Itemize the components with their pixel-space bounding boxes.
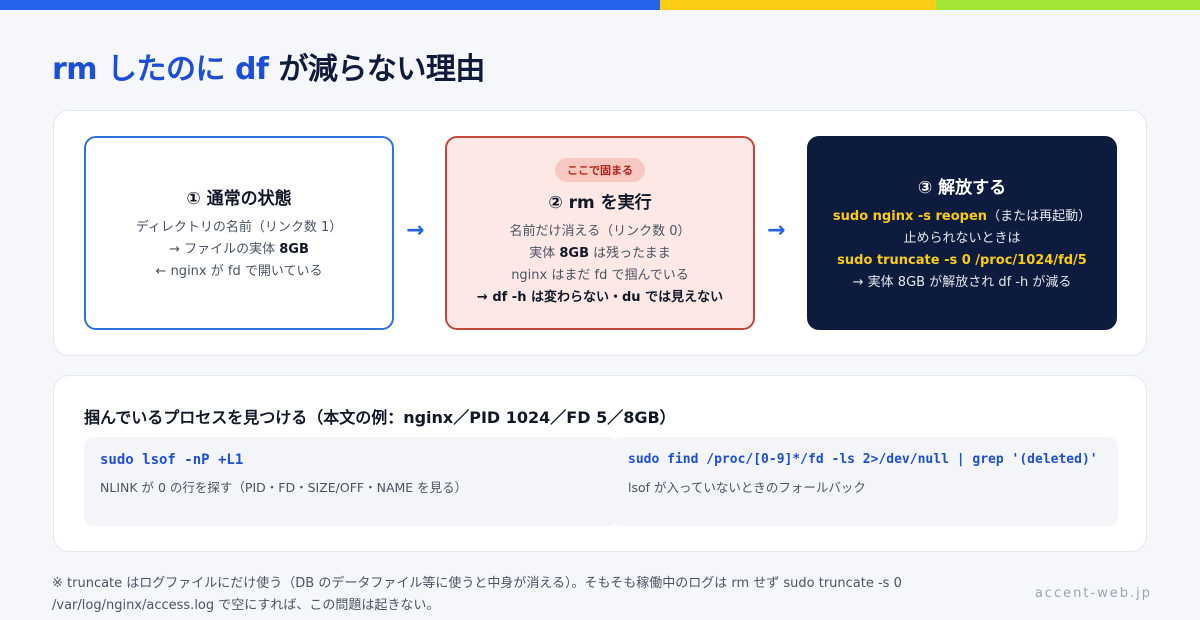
process-heading: 掴んでいるプロセスを見つける（本文の例：nginx／PID 1024／FD 5／… bbox=[84, 408, 676, 427]
step1-title: ① 通常の状態 bbox=[186, 188, 292, 209]
step3-line4: → 実体 8GB が解放され df -h が減る bbox=[852, 274, 1072, 290]
process-card: 掴んでいるプロセスを見つける（本文の例：nginx／PID 1024／FD 5／… bbox=[53, 375, 1147, 552]
find-command-box: sudo find /proc/[0-9]*/fd -ls 2>/dev/nul… bbox=[612, 437, 1118, 526]
stuck-badge: ここで固まる bbox=[555, 157, 645, 182]
arrow-right-icon: → bbox=[767, 218, 786, 243]
top-color-bar bbox=[0, 0, 1200, 10]
title-highlight: rm したのに df bbox=[52, 52, 269, 87]
page-title: rm したのに df が減らない理由 bbox=[52, 44, 485, 88]
step2-line1: 名前だけ消える（リンク数 0） bbox=[509, 223, 691, 239]
step1-line1: ディレクトリの名前（リンク数 1） bbox=[135, 219, 343, 235]
step2-line4: → df -h は変わらない・du では見えない bbox=[476, 289, 724, 305]
lsof-command-box: sudo lsof -nP +L1 NLINK が 0 の行を探す（PID・FD… bbox=[84, 437, 618, 526]
step-release: ③ 解放する sudo nginx -s reopen（または再起動） 止められ… bbox=[807, 136, 1117, 330]
site-url: accent-web.jp bbox=[1034, 586, 1152, 601]
find-description: lsof が入っていないときのフォールバック bbox=[628, 480, 866, 495]
top-bar-green bbox=[936, 0, 1200, 10]
top-bar-blue bbox=[0, 0, 660, 10]
find-command: sudo find /proc/[0-9]*/fd -ls 2>/dev/nul… bbox=[628, 452, 1098, 467]
step3-line3: sudo truncate -s 0 /proc/1024/fd/5 bbox=[837, 252, 1087, 268]
arrow-right-icon: → bbox=[406, 218, 425, 243]
step-normal-state: ① 通常の状態 ディレクトリの名前（リンク数 1） → ファイルの実体 8GB … bbox=[84, 136, 394, 330]
step-rm-executed: ここで固まる ② rm を実行 名前だけ消える（リンク数 0） 実体 8GB は… bbox=[445, 136, 755, 330]
step2-line2: 実体 8GB は残ったまま bbox=[529, 245, 671, 261]
step3-line2: 止められないときは bbox=[903, 230, 1021, 246]
step1-line3: ← nginx が fd で開いている bbox=[155, 263, 323, 279]
footnote: ※ truncate はログファイルにだけ使う（DB のデータファイル等に使うと… bbox=[52, 576, 902, 613]
step2-line3: nginx はまだ fd で掴んでいる bbox=[511, 267, 689, 283]
step3-title: ③ 解放する bbox=[917, 177, 1007, 198]
title-rest: が減らない理由 bbox=[278, 52, 485, 87]
lsof-description: NLINK が 0 の行を探す（PID・FD・SIZE/OFF・NAME を見る… bbox=[100, 480, 468, 495]
step3-line1: sudo nginx -s reopen（または再起動） bbox=[832, 208, 1092, 224]
flow-card: ① 通常の状態 ディレクトリの名前（リンク数 1） → ファイルの実体 8GB … bbox=[53, 110, 1147, 356]
top-bar-yellow bbox=[660, 0, 936, 10]
step1-line2: → ファイルの実体 8GB bbox=[169, 241, 309, 257]
step2-title: ② rm を実行 bbox=[548, 192, 652, 213]
lsof-command: sudo lsof -nP +L1 bbox=[100, 452, 244, 468]
